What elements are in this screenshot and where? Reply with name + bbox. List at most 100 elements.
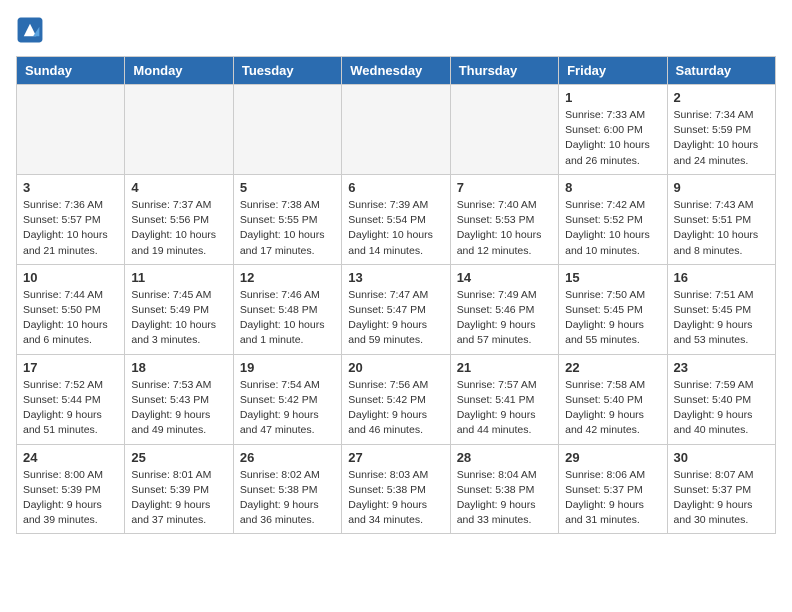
calendar-cell: 24 Sunrise: 8:00 AM Sunset: 5:39 PM Dayli… <box>17 444 125 534</box>
page-header <box>16 16 776 44</box>
calendar-cell: 25 Sunrise: 8:01 AM Sunset: 5:39 PM Dayli… <box>125 444 233 534</box>
day-info: Sunrise: 7:49 AM Sunset: 5:46 PM Dayligh… <box>457 288 552 349</box>
day-info: Sunrise: 8:00 AM Sunset: 5:39 PM Dayligh… <box>23 468 118 529</box>
calendar-cell: 15 Sunrise: 7:50 AM Sunset: 5:45 PM Dayli… <box>559 264 667 354</box>
day-number: 25 <box>131 450 226 465</box>
day-info: Sunrise: 7:50 AM Sunset: 5:45 PM Dayligh… <box>565 288 660 349</box>
day-number: 13 <box>348 270 443 285</box>
calendar-cell: 10 Sunrise: 7:44 AM Sunset: 5:50 PM Dayli… <box>17 264 125 354</box>
day-number: 18 <box>131 360 226 375</box>
calendar-cell: 7 Sunrise: 7:40 AM Sunset: 5:53 PM Daylig… <box>450 174 558 264</box>
calendar-week-2: 3 Sunrise: 7:36 AM Sunset: 5:57 PM Daylig… <box>17 174 776 264</box>
calendar-cell: 12Sunrise: 7:46 AM Sunset: 5:48 PM Dayli… <box>233 264 341 354</box>
day-number: 24 <box>23 450 118 465</box>
day-info: Sunrise: 7:46 AM Sunset: 5:48 PM Dayligh… <box>240 288 335 349</box>
calendar-cell: 6 Sunrise: 7:39 AM Sunset: 5:54 PM Daylig… <box>342 174 450 264</box>
day-info: Sunrise: 7:37 AM Sunset: 5:56 PM Dayligh… <box>131 198 226 259</box>
col-header-thursday: Thursday <box>450 57 558 85</box>
day-number: 3 <box>23 180 118 195</box>
calendar-week-3: 10 Sunrise: 7:44 AM Sunset: 5:50 PM Dayli… <box>17 264 776 354</box>
logo-icon <box>16 16 44 44</box>
day-number: 9 <box>674 180 769 195</box>
calendar-cell: 13 Sunrise: 7:47 AM Sunset: 5:47 PM Dayli… <box>342 264 450 354</box>
day-info: Sunrise: 8:07 AM Sunset: 5:37 PM Dayligh… <box>674 468 769 529</box>
day-number: 5 <box>240 180 335 195</box>
day-number: 22 <box>565 360 660 375</box>
calendar-cell: 4 Sunrise: 7:37 AM Sunset: 5:56 PM Daylig… <box>125 174 233 264</box>
day-info: Sunrise: 7:53 AM Sunset: 5:43 PM Dayligh… <box>131 378 226 439</box>
day-number: 30 <box>674 450 769 465</box>
calendar-cell <box>125 85 233 175</box>
day-number: 20 <box>348 360 443 375</box>
calendar-cell: 28 Sunrise: 8:04 AM Sunset: 5:38 PM Dayli… <box>450 444 558 534</box>
calendar-cell: 30 Sunrise: 8:07 AM Sunset: 5:37 PM Dayli… <box>667 444 775 534</box>
calendar-cell: 1 Sunrise: 7:33 AM Sunset: 6:00 PM Daylig… <box>559 85 667 175</box>
day-number: 8 <box>565 180 660 195</box>
calendar-cell: 23Sunrise: 7:59 AM Sunset: 5:40 PM Dayli… <box>667 354 775 444</box>
calendar-header-row: SundayMondayTuesdayWednesdayThursdayFrid… <box>17 57 776 85</box>
calendar-week-1: 1 Sunrise: 7:33 AM Sunset: 6:00 PM Daylig… <box>17 85 776 175</box>
calendar-week-4: 17 Sunrise: 7:52 AM Sunset: 5:44 PM Dayli… <box>17 354 776 444</box>
calendar-cell <box>233 85 341 175</box>
day-number: 15 <box>565 270 660 285</box>
day-number: 2 <box>674 90 769 105</box>
day-info: Sunrise: 7:40 AM Sunset: 5:53 PM Dayligh… <box>457 198 552 259</box>
calendar-cell: 5Sunrise: 7:38 AM Sunset: 5:55 PM Daylig… <box>233 174 341 264</box>
calendar-cell: 26Sunrise: 8:02 AM Sunset: 5:38 PM Dayli… <box>233 444 341 534</box>
day-number: 17 <box>23 360 118 375</box>
calendar-cell: 20 Sunrise: 7:56 AM Sunset: 5:42 PM Dayli… <box>342 354 450 444</box>
day-number: 28 <box>457 450 552 465</box>
day-info: Sunrise: 7:47 AM Sunset: 5:47 PM Dayligh… <box>348 288 443 349</box>
calendar-cell: 14 Sunrise: 7:49 AM Sunset: 5:46 PM Dayli… <box>450 264 558 354</box>
day-number: 6 <box>348 180 443 195</box>
calendar-cell <box>17 85 125 175</box>
day-info: Sunrise: 7:52 AM Sunset: 5:44 PM Dayligh… <box>23 378 118 439</box>
col-header-saturday: Saturday <box>667 57 775 85</box>
day-number: 23 <box>674 360 769 375</box>
calendar-cell: 9 Sunrise: 7:43 AM Sunset: 5:51 PM Daylig… <box>667 174 775 264</box>
day-number: 1 <box>565 90 660 105</box>
day-info: Sunrise: 8:02 AM Sunset: 5:38 PM Dayligh… <box>240 468 335 529</box>
calendar-cell <box>342 85 450 175</box>
day-number: 14 <box>457 270 552 285</box>
day-number: 21 <box>457 360 552 375</box>
logo <box>16 16 48 44</box>
calendar-cell: 29 Sunrise: 8:06 AM Sunset: 5:37 PM Dayli… <box>559 444 667 534</box>
day-info: Sunrise: 8:01 AM Sunset: 5:39 PM Dayligh… <box>131 468 226 529</box>
day-number: 10 <box>23 270 118 285</box>
calendar-cell: 18 Sunrise: 7:53 AM Sunset: 5:43 PM Dayli… <box>125 354 233 444</box>
day-info: Sunrise: 7:43 AM Sunset: 5:51 PM Dayligh… <box>674 198 769 259</box>
day-info: Sunrise: 8:06 AM Sunset: 5:37 PM Dayligh… <box>565 468 660 529</box>
day-info: Sunrise: 8:03 AM Sunset: 5:38 PM Dayligh… <box>348 468 443 529</box>
day-info: Sunrise: 7:44 AM Sunset: 5:50 PM Dayligh… <box>23 288 118 349</box>
day-info: Sunrise: 7:34 AM Sunset: 5:59 PM Dayligh… <box>674 108 769 169</box>
day-number: 16 <box>674 270 769 285</box>
day-number: 11 <box>131 270 226 285</box>
calendar-cell: 11 Sunrise: 7:45 AM Sunset: 5:49 PM Dayli… <box>125 264 233 354</box>
calendar-cell: 22 Sunrise: 7:58 AM Sunset: 5:40 PM Dayli… <box>559 354 667 444</box>
col-header-tuesday: Tuesday <box>233 57 341 85</box>
day-info: Sunrise: 7:33 AM Sunset: 6:00 PM Dayligh… <box>565 108 660 169</box>
day-info: Sunrise: 8:04 AM Sunset: 5:38 PM Dayligh… <box>457 468 552 529</box>
day-info: Sunrise: 7:57 AM Sunset: 5:41 PM Dayligh… <box>457 378 552 439</box>
calendar-cell: 8 Sunrise: 7:42 AM Sunset: 5:52 PM Daylig… <box>559 174 667 264</box>
calendar-cell: 16Sunrise: 7:51 AM Sunset: 5:45 PM Dayli… <box>667 264 775 354</box>
calendar-week-5: 24 Sunrise: 8:00 AM Sunset: 5:39 PM Dayli… <box>17 444 776 534</box>
day-number: 7 <box>457 180 552 195</box>
calendar-table: SundayMondayTuesdayWednesdayThursdayFrid… <box>16 56 776 534</box>
calendar-cell: 19Sunrise: 7:54 AM Sunset: 5:42 PM Dayli… <box>233 354 341 444</box>
day-info: Sunrise: 7:42 AM Sunset: 5:52 PM Dayligh… <box>565 198 660 259</box>
col-header-sunday: Sunday <box>17 57 125 85</box>
day-info: Sunrise: 7:45 AM Sunset: 5:49 PM Dayligh… <box>131 288 226 349</box>
day-number: 29 <box>565 450 660 465</box>
day-number: 4 <box>131 180 226 195</box>
day-info: Sunrise: 7:36 AM Sunset: 5:57 PM Dayligh… <box>23 198 118 259</box>
day-info: Sunrise: 7:39 AM Sunset: 5:54 PM Dayligh… <box>348 198 443 259</box>
calendar-cell: 27 Sunrise: 8:03 AM Sunset: 5:38 PM Dayli… <box>342 444 450 534</box>
day-info: Sunrise: 7:58 AM Sunset: 5:40 PM Dayligh… <box>565 378 660 439</box>
calendar-cell: 3 Sunrise: 7:36 AM Sunset: 5:57 PM Daylig… <box>17 174 125 264</box>
day-number: 27 <box>348 450 443 465</box>
day-info: Sunrise: 7:56 AM Sunset: 5:42 PM Dayligh… <box>348 378 443 439</box>
calendar-cell: 17 Sunrise: 7:52 AM Sunset: 5:44 PM Dayli… <box>17 354 125 444</box>
col-header-friday: Friday <box>559 57 667 85</box>
